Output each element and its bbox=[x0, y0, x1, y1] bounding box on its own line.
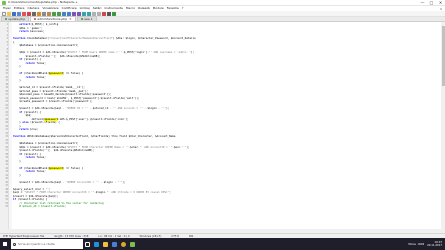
notepadpp-taskbar-icon[interactable] bbox=[128, 238, 137, 250]
record-macro-icon[interactable] bbox=[102, 11, 106, 16]
code-text-area[interactable]: extract($_POST); $_config $dbs = 'gamec'… bbox=[13, 23, 441, 209]
close-button[interactable]: ✕ bbox=[436, 0, 445, 6]
line-number: 53 bbox=[5, 205, 8, 208]
zoom-in-icon[interactable] bbox=[72, 11, 76, 16]
saved-status-icon bbox=[5, 18, 7, 20]
search-placeholder: Scrie aici pentru a căuta bbox=[18, 242, 55, 246]
start-button[interactable] bbox=[0, 238, 10, 250]
vertical-scrollbar[interactable] bbox=[441, 22, 445, 235]
close-document-icon[interactable]: X bbox=[440, 7, 442, 11]
store-icon[interactable] bbox=[110, 238, 119, 250]
replace-icon[interactable] bbox=[67, 11, 71, 16]
scrollbar-thumb[interactable] bbox=[441, 26, 445, 86]
windows-logo-icon bbox=[2, 241, 8, 247]
tab-label: update.php bbox=[8, 16, 26, 21]
zoom-out-icon[interactable] bbox=[77, 11, 81, 16]
undo-icon[interactable] bbox=[52, 11, 56, 16]
clock[interactable]: 19:37 20.11.2017 bbox=[427, 241, 442, 247]
edge-icon[interactable] bbox=[92, 238, 101, 250]
stop-macro-icon[interactable] bbox=[107, 11, 111, 16]
code-editor[interactable]: 1 2 3 4 5 6 7 8 9 10 11 12 13 14 15 16 17 18 19 20 21 22 23 24 2… bbox=[0, 22, 441, 235]
taskbar-search[interactable]: Scrie aici pentru a căuta bbox=[11, 239, 83, 249]
print-icon[interactable] bbox=[32, 11, 36, 16]
indent-guide-icon[interactable] bbox=[97, 11, 101, 16]
modified-status-icon bbox=[34, 18, 37, 20]
close-all-icon[interactable] bbox=[27, 11, 31, 16]
tab-update-php[interactable]: update.php bbox=[1, 16, 30, 21]
show-all-chars-icon[interactable] bbox=[92, 11, 96, 16]
task-view-icon[interactable] bbox=[83, 238, 92, 250]
save-icon[interactable] bbox=[12, 11, 16, 16]
save-all-icon[interactable] bbox=[17, 11, 21, 16]
notepadpp-app-icon bbox=[2, 0, 6, 5]
tray-status: Ploios · RON bbox=[408, 242, 425, 246]
close-icon[interactable] bbox=[22, 11, 26, 16]
word-wrap-icon[interactable] bbox=[87, 11, 91, 16]
search-icon bbox=[13, 242, 16, 246]
window-controls: — □ ✕ bbox=[418, 0, 445, 6]
windows-taskbar: Scrie aici pentru a căuta Ploios · RON 1… bbox=[0, 238, 445, 250]
copy-icon[interactable] bbox=[42, 11, 46, 16]
notepadpp-window: C:\Users\Documents\update.php - Notepad+… bbox=[0, 0, 445, 250]
sync-scroll-icon[interactable] bbox=[82, 11, 86, 16]
play-macro-icon[interactable] bbox=[112, 11, 116, 16]
file-explorer-icon[interactable] bbox=[101, 238, 110, 250]
chrome-icon[interactable] bbox=[119, 238, 128, 250]
tab-adminfunctions-php[interactable]: adminfunctions.php ✕ bbox=[30, 16, 76, 22]
tab-label: new 1 bbox=[83, 16, 93, 21]
saved-status-icon bbox=[80, 18, 83, 20]
open-file-icon[interactable] bbox=[7, 11, 11, 16]
minimize-button[interactable]: — bbox=[418, 0, 427, 6]
tab-close-icon[interactable]: ✕ bbox=[69, 17, 72, 22]
tab-label: adminfunctions.php bbox=[37, 16, 68, 21]
fold-margin[interactable] bbox=[9, 22, 12, 235]
new-file-icon[interactable] bbox=[2, 11, 6, 16]
tab-new-1[interactable]: new 1 bbox=[76, 16, 97, 21]
find-icon[interactable] bbox=[62, 11, 66, 16]
code-line[interactable]: # $check_db = $result->Fields; bbox=[13, 205, 441, 209]
paste-icon[interactable] bbox=[47, 11, 51, 16]
line-number-gutter: 1 2 3 4 5 6 7 8 9 10 11 12 13 14 15 16 17 18 19 20 21 22 23 24 2… bbox=[0, 22, 9, 235]
cut-icon[interactable] bbox=[37, 11, 41, 16]
redo-icon[interactable] bbox=[57, 11, 61, 16]
clock-date: 20.11.2017 bbox=[427, 244, 442, 247]
maximize-button[interactable]: □ bbox=[427, 0, 436, 6]
window-title: C:\Users\Documents\update.php - Notepad+… bbox=[8, 0, 78, 4]
system-tray: Ploios · RON 19:37 20.11.2017 bbox=[408, 241, 445, 247]
